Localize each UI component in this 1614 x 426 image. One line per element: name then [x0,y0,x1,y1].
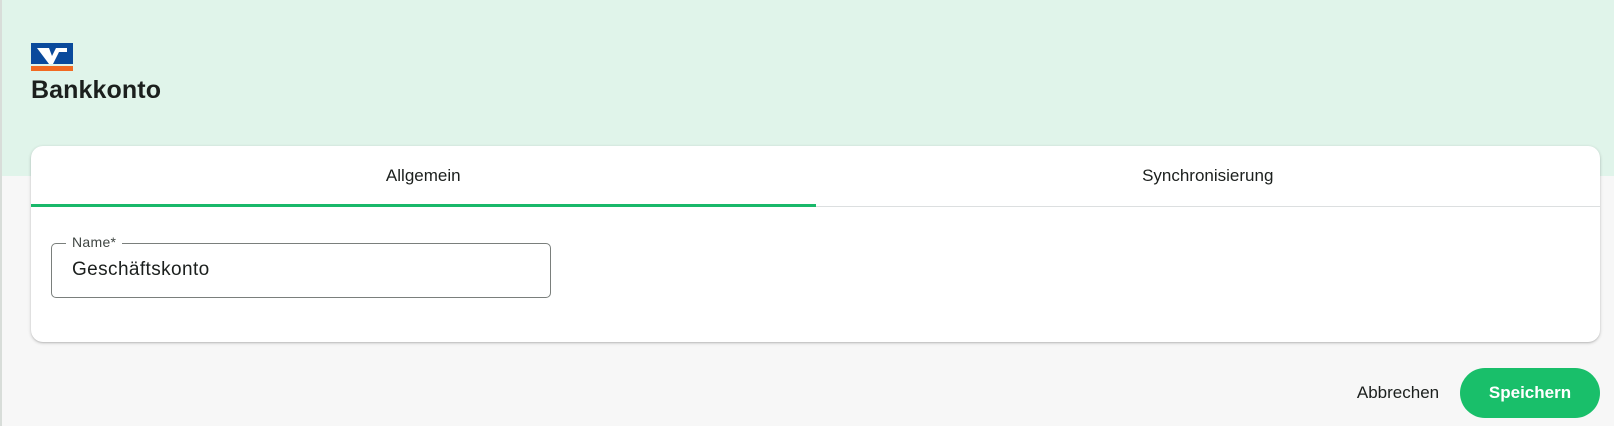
form-card: Allgemein Synchronisierung Name* Geschäf… [31,146,1600,342]
volksbank-logo-icon [31,43,73,71]
page-title: Bankkonto [31,76,162,104]
tab-bar: Allgemein Synchronisierung [31,146,1600,207]
name-field-label: Name* [66,234,123,250]
name-field-value[interactable]: Geschäftskonto [72,259,210,281]
tab-synchronisierung[interactable]: Synchronisierung [816,146,1601,206]
name-field[interactable]: Name* Geschäftskonto [51,234,551,298]
dialog-page: Bankkonto Allgemein Synchronisierung Nam… [0,0,1614,426]
cancel-button[interactable]: Abbrechen [1336,368,1460,418]
tab-allgemein[interactable]: Allgemein [31,146,816,207]
save-button[interactable]: Speichern [1460,368,1600,418]
